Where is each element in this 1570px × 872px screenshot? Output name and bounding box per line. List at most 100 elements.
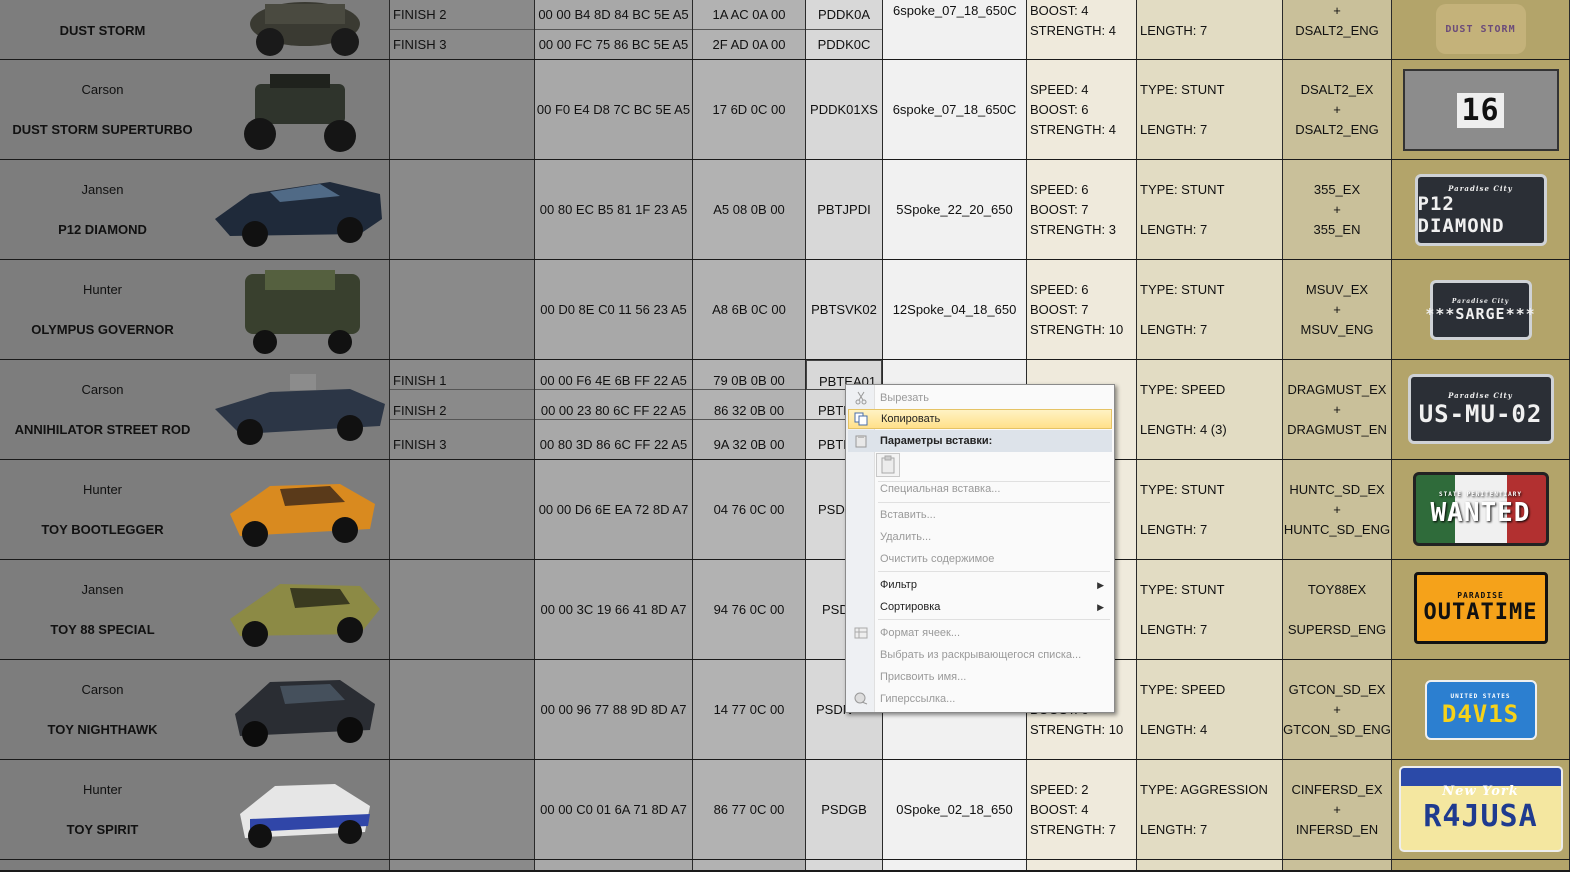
id-cell[interactable]: 79 0B 0B 00 86 32 0B 00 9A 32 0B 00	[693, 360, 806, 460]
vehicle-cell[interactable]: Hunter TOY BOOTLEGGER	[0, 460, 390, 560]
code-cell[interactable]: PDDK0A PDDK0C	[806, 0, 883, 60]
vehicle-cell[interactable]: Carson TOY NIGHTHAWK	[0, 660, 390, 760]
code-cell[interactable]: PBTSVK02	[806, 260, 883, 360]
vehicle-cell[interactable]: Jansen P12 DIAMOND	[0, 160, 390, 260]
vehicle-cell[interactable]: Carson ANNIHILATOR STREET ROD	[0, 360, 390, 460]
hex-cell[interactable]: 00 00 D6 6E EA 72 8D A7	[535, 460, 693, 560]
wheel-cell[interactable]	[883, 860, 1027, 871]
hex-cell[interactable]: 00 80 EC B5 81 1F 23 A5	[535, 160, 693, 260]
menu-item-delete[interactable]: Удалить...	[848, 527, 1112, 547]
type-cell[interactable]: TYPE: AGGRESSION LENGTH: 7	[1137, 760, 1283, 860]
vehicle-cell[interactable]: Jansen TOY 88 SPECIAL	[0, 560, 390, 660]
stats-cell[interactable]: SPEED: 6 BOOST: 7 STRENGTH: 10	[1027, 260, 1137, 360]
engine-cell[interactable]: TOY88EX SUPERSD_ENG	[1283, 560, 1392, 660]
id-cell[interactable]: 04 76 0C 00	[693, 460, 806, 560]
hex-cell[interactable]: 00 00 3C 19 66 41 8D A7	[535, 560, 693, 660]
code-cell[interactable]: PDDK01XS	[806, 60, 883, 160]
finish-cell[interactable]: FINISH 1 FINISH 2 FINISH 3	[390, 360, 535, 460]
engine-cell[interactable]: DSALT2_EX + DSALT2_ENG	[1283, 60, 1392, 160]
type-cell[interactable]: TYPE: SPEED LENGTH: 4 (3)	[1137, 360, 1283, 460]
plate-cell[interactable]: Paradise City P12 DIAMOND	[1392, 160, 1570, 260]
type-cell[interactable]: TYPE: STUNT LENGTH: 7	[1137, 60, 1283, 160]
id-cell[interactable]	[693, 860, 806, 871]
code-cell[interactable]	[806, 860, 883, 871]
vehicle-cell[interactable]: Carson DUST STORM SUPERTURBO	[0, 60, 390, 160]
table-row[interactable]: Jansen TOY 88 SPECIAL 00 00 3C 19 66 41 …	[0, 560, 1570, 661]
vehicle-cell[interactable]	[0, 860, 390, 871]
menu-item-hyperlink[interactable]: Гиперссылка...	[848, 689, 1112, 709]
hex-cell[interactable]: 00 00 96 77 88 9D 8D A7	[535, 660, 693, 760]
context-menu[interactable]: Вырезать Копировать Параметры вставки: С…	[845, 384, 1115, 713]
engine-cell[interactable]: 355_EX + 355_EN	[1283, 160, 1392, 260]
id-cell[interactable]: 1A AC 0A 00 2F AD 0A 00	[693, 0, 806, 60]
id-cell[interactable]: A5 08 0B 00	[693, 160, 806, 260]
engine-cell[interactable]: MSUV_EX + MSUV_ENG	[1283, 260, 1392, 360]
type-cell[interactable]: TYPE: STUNT LENGTH: 7	[1137, 560, 1283, 660]
engine-cell[interactable]	[1283, 860, 1392, 871]
finish-cell[interactable]: FINISH 2 FINISH 3	[390, 0, 535, 60]
engine-cell[interactable]: CINFERSD_EX + INFERSD_EN	[1283, 760, 1392, 860]
plate-cell[interactable]: DUST STORM	[1392, 0, 1570, 60]
plate-cell[interactable]	[1392, 860, 1570, 871]
table-row[interactable]: Hunter TOY BOOTLEGGER 00 00 D6 6E EA 72 …	[0, 460, 1570, 561]
vehicle-cell[interactable]: Hunter OLYMPUS GOVERNOR	[0, 260, 390, 360]
plate-cell[interactable]: UNITED STATES D4V1S	[1392, 660, 1570, 760]
table-row[interactable]: Carson DUST STORM SUPERTURBO 00 F0 E4 D8…	[0, 60, 1570, 161]
stats-cell[interactable]: SPEED: 6 BOOST: 7 STRENGTH: 3	[1027, 160, 1137, 260]
table-row[interactable]: Jansen P12 DIAMOND 00 80 EC B5 81 1F 23 …	[0, 160, 1570, 261]
menu-item-sort[interactable]: Сортировка ▶	[848, 597, 1112, 617]
finish-cell[interactable]	[390, 160, 535, 260]
stats-cell[interactable]: SPEED: 4 BOOST: 6 STRENGTH: 4	[1027, 60, 1137, 160]
type-cell[interactable]: TYPE: SPEED LENGTH: 4	[1137, 660, 1283, 760]
id-cell[interactable]: 14 77 0C 00	[693, 660, 806, 760]
menu-item-filter[interactable]: Фильтр ▶	[848, 575, 1112, 595]
wheel-cell[interactable]: 5Spoke_22_20_650	[883, 160, 1027, 260]
id-cell[interactable]: 86 77 0C 00	[693, 760, 806, 860]
finish-cell[interactable]	[390, 760, 535, 860]
wheel-cell[interactable]: 6spoke_07_18_650C	[883, 0, 1027, 60]
spreadsheet[interactable]: DUST STORM FINISH 2 FINISH 3 00 00 B4 8D…	[0, 0, 1570, 872]
plate-cell[interactable]: Paradise City ***SARGE***	[1392, 260, 1570, 360]
stats-cell[interactable]: SPEED: 2 BOOST: 4 STRENGTH: 7	[1027, 760, 1137, 860]
finish-cell[interactable]	[390, 560, 535, 660]
wheel-cell[interactable]: 6spoke_07_18_650C	[883, 60, 1027, 160]
vehicle-cell[interactable]: DUST STORM	[0, 0, 390, 60]
menu-item-copy[interactable]: Копировать	[848, 409, 1112, 429]
hex-cell[interactable]: 00 F0 E4 D8 7C BC 5E A5	[535, 60, 693, 160]
stats-cell[interactable]	[1027, 860, 1137, 871]
code-cell[interactable]: PBTJPDI	[806, 160, 883, 260]
menu-item-paste-special[interactable]: Специальная вставка...	[848, 479, 1112, 499]
table-row[interactable]	[0, 860, 1570, 872]
type-cell[interactable]	[1137, 860, 1283, 871]
code-cell[interactable]: PSDGB	[806, 760, 883, 860]
finish-cell[interactable]	[390, 460, 535, 560]
type-cell[interactable]: TYPE: STUNT LENGTH: 7	[1137, 460, 1283, 560]
table-row[interactable]: Carson ANNIHILATOR STREET ROD FINISH 1 F…	[0, 360, 1570, 461]
finish-cell[interactable]	[390, 860, 535, 871]
paste-option-icon[interactable]	[876, 453, 900, 477]
wheel-cell[interactable]: 12Spoke_04_18_650	[883, 260, 1027, 360]
id-cell[interactable]: A8 6B 0C 00	[693, 260, 806, 360]
id-cell[interactable]: 94 76 0C 00	[693, 560, 806, 660]
menu-item-pick-list[interactable]: Выбрать из раскрывающегося списка...	[848, 645, 1112, 665]
hex-cell[interactable]: 00 00 B4 8D 84 BC 5E A5 00 00 FC 75 86 B…	[535, 0, 693, 60]
menu-item-clear[interactable]: Очистить содержимое	[848, 549, 1112, 569]
plate-cell[interactable]: PARADISE OUTATIME	[1392, 560, 1570, 660]
finish-cell[interactable]	[390, 260, 535, 360]
menu-item-cut[interactable]: Вырезать	[848, 388, 1112, 408]
hex-cell[interactable]: 00 D0 8E C0 11 56 23 A5	[535, 260, 693, 360]
type-cell[interactable]: LENGTH: 7	[1137, 0, 1283, 60]
table-row[interactable]: Hunter TOY SPIRIT 00 00 C0 01 6A 71 8D A…	[0, 760, 1570, 861]
engine-cell[interactable]: HUNTC_SD_EX + HUNTC_SD_ENG	[1283, 460, 1392, 560]
plate-cell[interactable]: STATE PENITENTIARY WANTED	[1392, 460, 1570, 560]
engine-cell[interactable]: DRAGMUST_EX + DRAGMUST_EN	[1283, 360, 1392, 460]
engine-cell[interactable]: GTCON_SD_EX + GTCON_SD_ENG	[1283, 660, 1392, 760]
menu-item-define-name[interactable]: Присвоить имя...	[848, 667, 1112, 687]
plate-cell[interactable]: Paradise City US-MU-02	[1392, 360, 1570, 460]
engine-cell[interactable]: + DSALT2_ENG	[1283, 0, 1392, 60]
vehicle-cell[interactable]: Hunter TOY SPIRIT	[0, 760, 390, 860]
finish-cell[interactable]	[390, 660, 535, 760]
table-row[interactable]: Carson TOY NIGHTHAWK 00 00 96 77 88 9D 8…	[0, 660, 1570, 761]
id-cell[interactable]: 17 6D 0C 00	[693, 60, 806, 160]
menu-item-format-cells[interactable]: Формат ячеек...	[848, 623, 1112, 643]
